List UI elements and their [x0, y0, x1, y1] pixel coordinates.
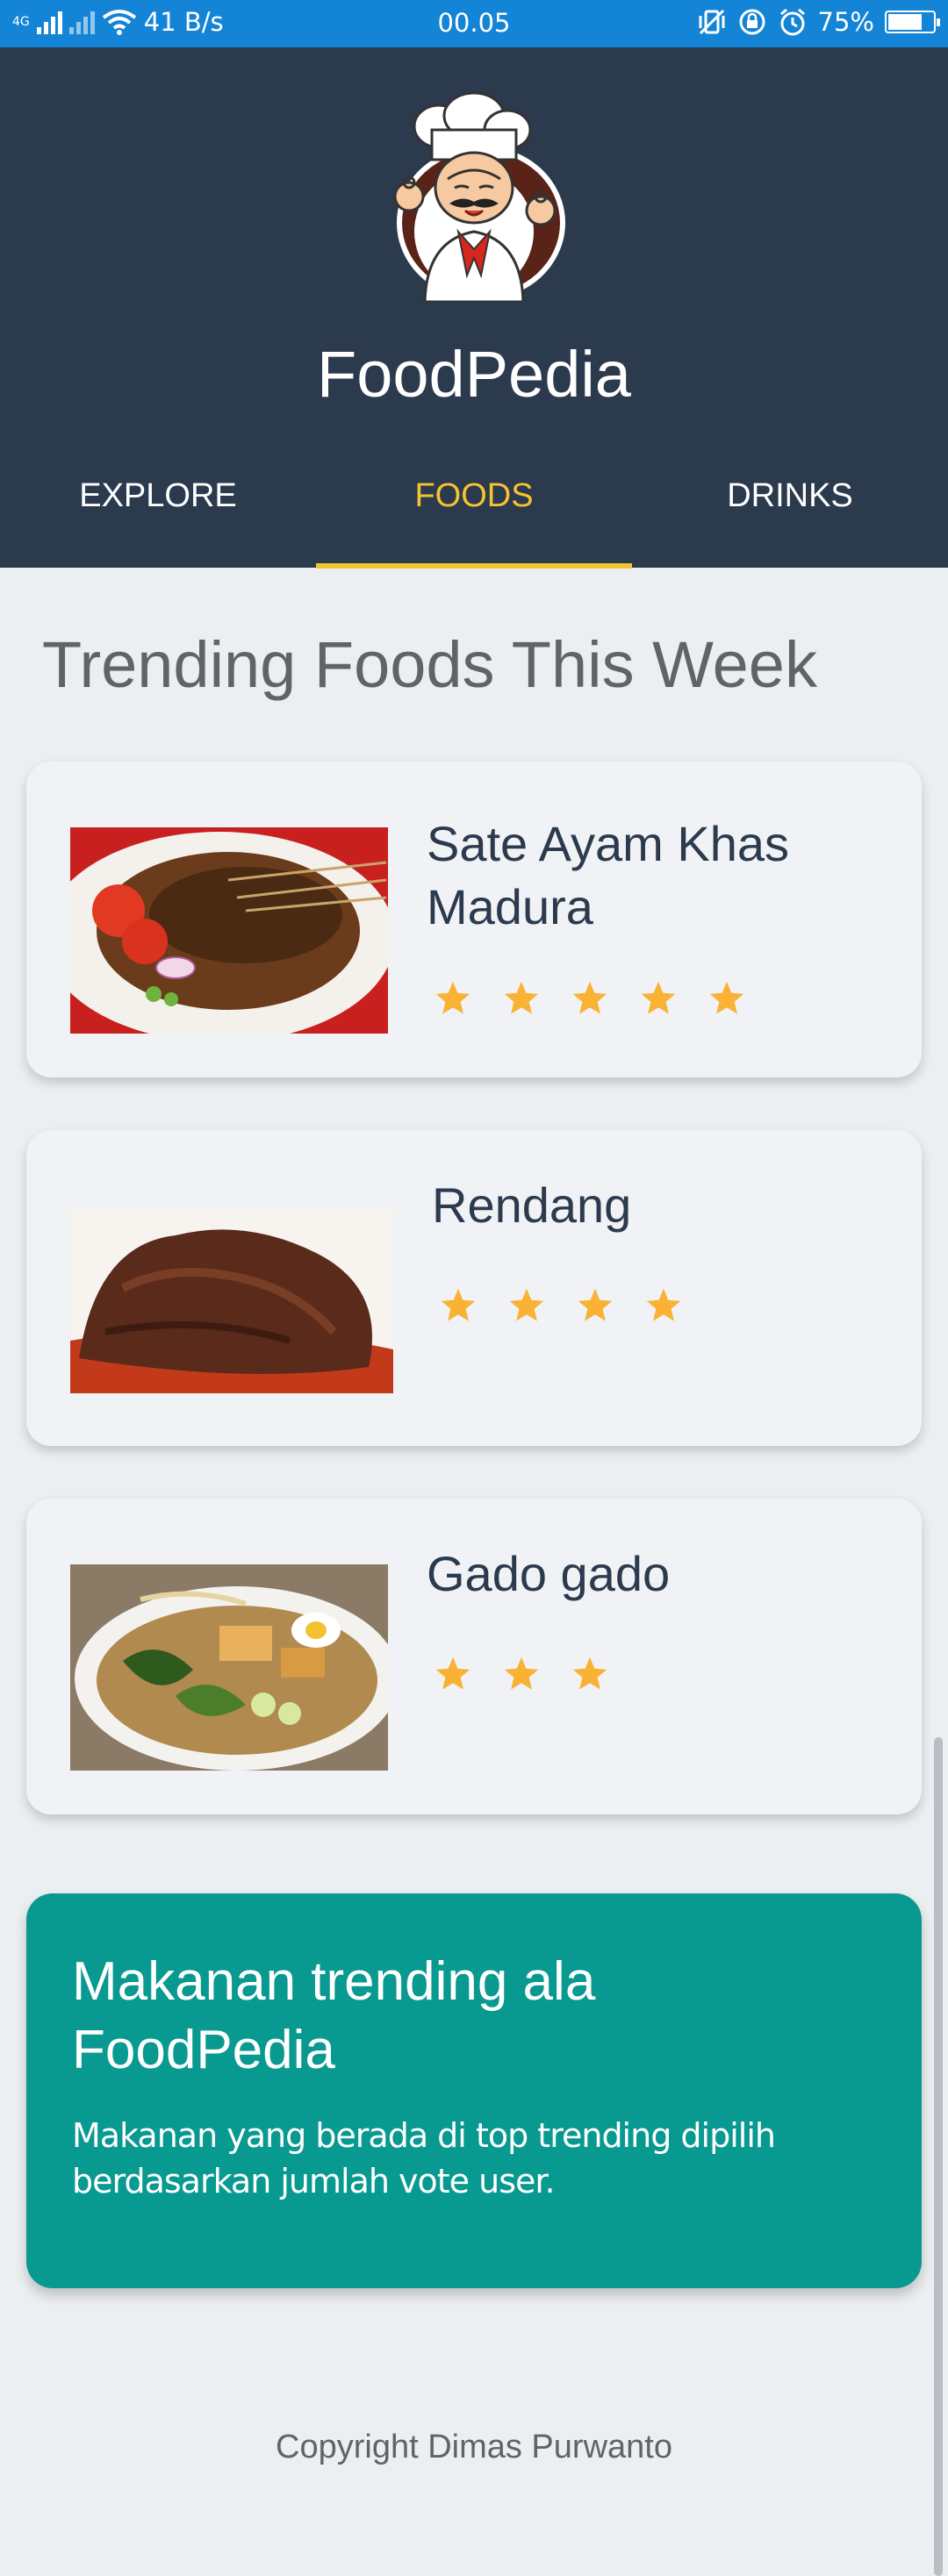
star-icon — [709, 981, 744, 1014]
promo-text: Makanan yang berada di top trending dipi… — [72, 2116, 776, 2200]
section-title: Trending Foods This Week — [42, 628, 817, 701]
star-icon — [509, 1288, 544, 1321]
rendang-image — [70, 1209, 393, 1393]
app-title: FoodPedia — [317, 338, 631, 411]
star-icon — [646, 1288, 681, 1321]
rating-stars — [439, 1286, 683, 1325]
tab-drinks[interactable]: DRINKS — [632, 477, 948, 515]
star-icon — [435, 1657, 470, 1690]
vibrate-icon — [699, 9, 725, 35]
active-tab-indicator — [316, 563, 632, 569]
star-icon — [435, 981, 470, 1014]
food-card[interactable]: Sate Ayam Khas Madura — [26, 762, 922, 1077]
sate-image — [70, 827, 388, 1034]
food-card[interactable]: Rendang — [26, 1130, 922, 1446]
tab-explore[interactable]: EXPLORE — [0, 477, 316, 515]
battery-percent: 75% — [817, 7, 874, 37]
star-icon — [441, 1288, 476, 1321]
copyright-text: Copyright Dimas Purwanto — [276, 2429, 672, 2465]
food-name: Sate Ayam Khas Madura — [427, 816, 789, 934]
star-icon — [504, 981, 539, 1014]
promo-title: Makanan trending ala FoodPedia — [72, 1951, 596, 2080]
tab-foods[interactable]: FOODS — [316, 477, 632, 515]
gado-gado-image — [70, 1564, 388, 1771]
battery-icon — [885, 11, 940, 33]
app-header: FoodPedia EXPLORE FOODS DRINKS — [0, 47, 948, 569]
food-card[interactable]: Gado gado — [26, 1499, 922, 1814]
star-icon — [572, 1657, 607, 1690]
scrollbar[interactable] — [934, 1737, 943, 2576]
status-bar: 4G 41 B/s 00.05 75% — [0, 0, 948, 47]
chef-logo — [393, 91, 565, 302]
star-icon — [572, 981, 607, 1014]
food-name: Gado gado — [427, 1546, 671, 1601]
rotation-lock-icon — [739, 9, 765, 35]
rating-stars — [434, 979, 746, 1018]
food-name: Rendang — [432, 1177, 632, 1233]
rating-stars — [434, 1655, 609, 1693]
promo-card: Makanan trending ala FoodPedia Makanan y… — [26, 1893, 922, 2288]
alarm-icon — [779, 8, 805, 36]
star-icon — [504, 1657, 539, 1690]
star-icon — [641, 981, 676, 1014]
star-icon — [578, 1288, 613, 1321]
